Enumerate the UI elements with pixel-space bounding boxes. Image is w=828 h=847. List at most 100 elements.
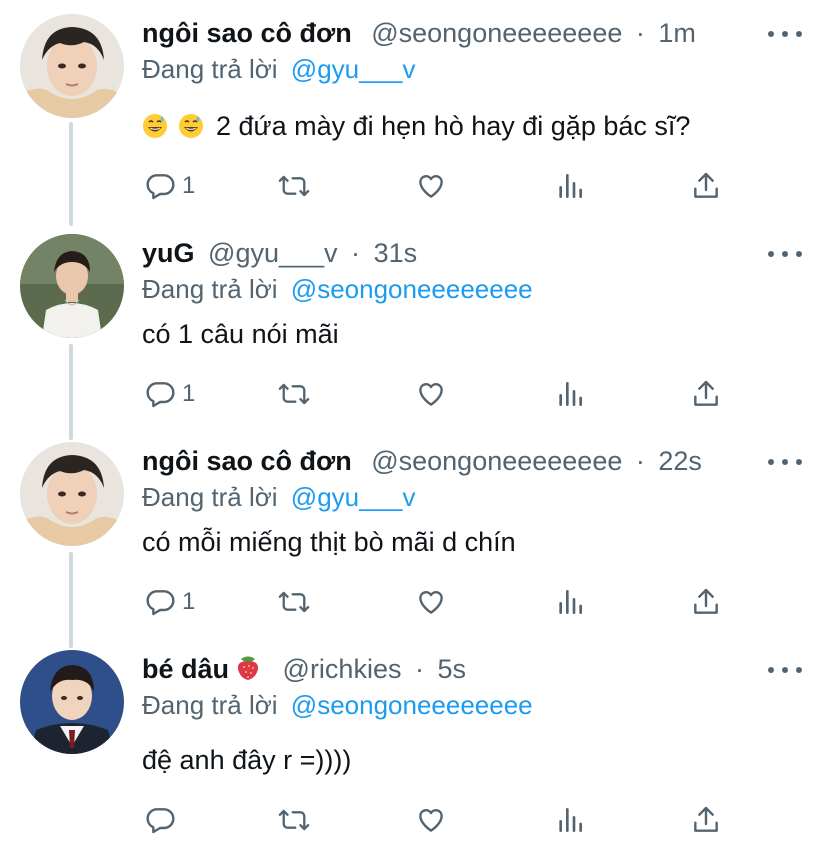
mention-link[interactable]: @gyu___v: [291, 482, 416, 512]
reply-button[interactable]: 1: [144, 374, 195, 414]
separator-dot: ·: [414, 654, 424, 684]
like-icon: [419, 591, 443, 614]
analytics-button[interactable]: [554, 582, 586, 622]
tweet-header: bé dâu @richkies · 5s: [142, 652, 758, 689]
share-button[interactable]: [690, 800, 722, 840]
tweet-text: 2 đứa mày đi hẹn hò hay đi gặp bác sĩ?: [142, 108, 690, 148]
avatar[interactable]: [20, 14, 124, 118]
avatar[interactable]: [20, 442, 124, 546]
tweet[interactable]: ngôi sao cô đơn @seongoneeeeeeee · 22s Đ…: [0, 442, 828, 632]
replying-to: Đang trả lời @seongoneeeeeeee: [142, 688, 533, 722]
reply-icon: [146, 808, 175, 834]
timestamp[interactable]: 1m: [658, 18, 696, 48]
like-button[interactable]: [414, 800, 448, 840]
reply-icon: [146, 174, 175, 200]
display-name[interactable]: ngôi sao cô đơn: [142, 18, 352, 48]
replying-prefix: Đang trả lời: [142, 690, 278, 720]
display-name[interactable]: yuG: [142, 238, 195, 268]
like-icon: [419, 383, 443, 406]
like-icon: [419, 809, 443, 832]
reply-button[interactable]: [144, 800, 182, 840]
timestamp[interactable]: 5s: [438, 654, 467, 684]
share-button[interactable]: [690, 166, 722, 206]
display-name[interactable]: bé dâu: [142, 654, 229, 684]
separator-dot: ·: [351, 238, 361, 268]
replying-to: Đang trả lời @gyu___v: [142, 52, 416, 86]
separator-dot: ·: [635, 18, 645, 48]
tweet-actions: 1: [140, 582, 740, 622]
reply-count: 1: [182, 380, 196, 407]
retweet-icon: [278, 809, 310, 831]
like-button[interactable]: [414, 374, 448, 414]
mention-link[interactable]: @seongoneeeeeeee: [291, 274, 533, 304]
share-icon: [694, 380, 718, 406]
share-icon: [694, 806, 718, 832]
retweet-button[interactable]: [276, 166, 312, 206]
retweet-icon: [278, 383, 310, 405]
replying-prefix: Đang trả lời: [142, 54, 278, 84]
share-button[interactable]: [690, 582, 722, 622]
analytics-button[interactable]: [554, 800, 586, 840]
more-icon[interactable]: [768, 248, 802, 260]
tweet-body: có 1 câu nói mãi: [142, 319, 339, 349]
grinning-sweat-emoji: [142, 112, 168, 148]
analytics-icon: [559, 382, 582, 406]
display-name[interactable]: ngôi sao cô đơn: [142, 446, 352, 476]
share-button[interactable]: [690, 374, 722, 414]
more-icon[interactable]: [768, 28, 802, 40]
reply-button[interactable]: 1: [144, 582, 195, 622]
tweet-body: có mỗi miếng thịt bò mãi d chín: [142, 527, 516, 557]
user-handle[interactable]: @seongoneeeeeeee: [371, 18, 622, 48]
analytics-icon: [559, 174, 582, 198]
analytics-icon: [559, 808, 582, 832]
tweet-body: đệ anh đây r =)))): [142, 745, 352, 775]
avatar[interactable]: [20, 650, 124, 754]
retweet-button[interactable]: [276, 374, 312, 414]
avatar[interactable]: [20, 234, 124, 338]
reply-count: 1: [182, 588, 196, 615]
reply-count: 1: [182, 172, 196, 199]
reply-icon: [146, 590, 175, 616]
tweet[interactable]: ngôi sao cô đơn @seongoneeeeeeee · 1m Đa…: [0, 14, 828, 214]
user-handle[interactable]: @seongoneeeeeeee: [371, 446, 622, 476]
tweet-actions: 1: [140, 166, 740, 206]
like-button[interactable]: [414, 166, 448, 206]
retweet-icon: [278, 591, 310, 613]
retweet-icon: [278, 175, 310, 197]
tweet-header: yuG @gyu___v · 31s: [142, 236, 758, 270]
tweet[interactable]: yuG @gyu___v · 31s Đang trả lời @seongon…: [0, 234, 828, 424]
more-icon[interactable]: [768, 664, 802, 676]
timestamp[interactable]: 31s: [374, 238, 418, 268]
mention-link[interactable]: @gyu___v: [291, 54, 416, 84]
timestamp[interactable]: 22s: [658, 446, 702, 476]
reply-icon: [146, 382, 175, 408]
strawberry-emoji: [235, 653, 261, 689]
replying-to: Đang trả lời @seongoneeeeeeee: [142, 272, 533, 306]
tweet-text: có mỗi miếng thịt bò mãi d chín: [142, 524, 516, 560]
replying-to: Đang trả lời @gyu___v: [142, 480, 416, 514]
analytics-button[interactable]: [554, 166, 586, 206]
tweet-thread: ngôi sao cô đơn @seongoneeeeeeee · 1m Đa…: [0, 0, 828, 847]
tweet-actions: 1: [140, 374, 740, 414]
more-icon[interactable]: [768, 456, 802, 468]
user-handle[interactable]: @gyu___v: [208, 238, 338, 268]
user-handle[interactable]: @richkies: [283, 654, 402, 684]
analytics-icon: [559, 590, 582, 614]
tweet-text: đệ anh đây r =)))): [142, 742, 351, 778]
replying-prefix: Đang trả lời: [142, 274, 278, 304]
share-icon: [694, 172, 718, 198]
tweet-header: ngôi sao cô đơn @seongoneeeeeeee · 22s: [142, 444, 758, 478]
separator-dot: ·: [635, 446, 645, 476]
like-button[interactable]: [414, 582, 448, 622]
retweet-button[interactable]: [276, 800, 312, 840]
replying-prefix: Đang trả lời: [142, 482, 278, 512]
reply-button[interactable]: 1: [144, 166, 195, 206]
mention-link[interactable]: @seongoneeeeeeee: [291, 690, 533, 720]
analytics-button[interactable]: [554, 374, 586, 414]
like-icon: [419, 175, 443, 198]
tweet[interactable]: bé dâu @richkies · 5s Đang trả lời @seon…: [0, 650, 828, 847]
tweet-text: có 1 câu nói mãi: [142, 316, 339, 352]
tweet-body: 2 đứa mày đi hẹn hò hay đi gặp bác sĩ?: [216, 111, 691, 141]
grinning-sweat-emoji: [178, 112, 204, 148]
retweet-button[interactable]: [276, 582, 312, 622]
